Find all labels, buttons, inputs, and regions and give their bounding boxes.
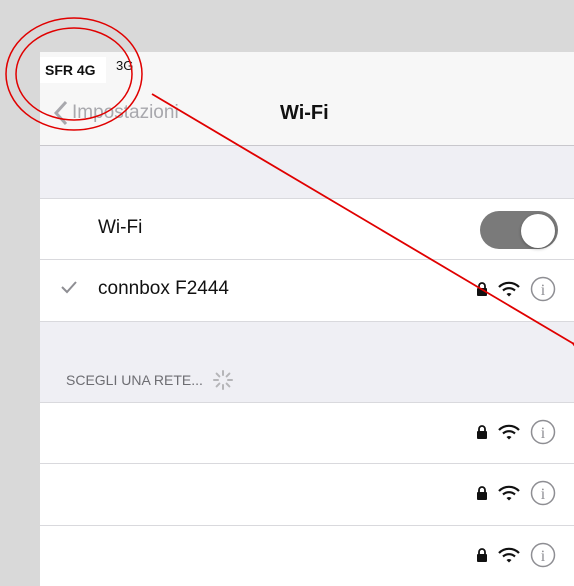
network-accessories: i <box>476 276 556 302</box>
choose-network-header: SCEGLI UNA RETE... <box>66 370 233 390</box>
network-accessories: i <box>476 480 556 506</box>
wifi-signal-icon <box>498 281 520 297</box>
lock-icon <box>477 425 487 439</box>
svg-text:i: i <box>541 425 546 442</box>
network-accessories: i <box>476 419 556 445</box>
lock-icon <box>477 282 487 296</box>
network-type: 3G <box>116 58 134 73</box>
info-icon[interactable]: i <box>530 276 556 302</box>
svg-text:i: i <box>541 486 546 503</box>
back-button[interactable]: Impostazioni <box>54 98 179 128</box>
connected-network-row[interactable]: connbox F2444 i <box>40 260 574 322</box>
network-accessories: i <box>476 542 556 568</box>
svg-text:i: i <box>541 548 546 565</box>
chevron-left-icon <box>54 100 68 126</box>
page-title: Wi-Fi <box>280 102 329 124</box>
wifi-label: Wi-Fi <box>98 217 143 238</box>
switch-knob <box>521 214 555 248</box>
wifi-signal-icon <box>498 485 520 501</box>
info-icon[interactable]: i <box>530 480 556 506</box>
wifi-signal-icon <box>498 424 520 440</box>
network-name: connbox F2444 <box>98 278 229 299</box>
info-icon[interactable]: i <box>530 542 556 568</box>
settings-screen: 3G Impostazioni Wi-Fi Wi-Fi connbox F244… <box>40 52 574 586</box>
navigation-bar: Impostazioni Wi-Fi <box>40 78 574 146</box>
network-row[interactable]: i <box>40 464 574 526</box>
carrier-label: SFR 4G <box>40 57 106 83</box>
wifi-signal-icon <box>498 547 520 563</box>
info-icon[interactable]: i <box>530 419 556 445</box>
lock-icon <box>477 548 487 562</box>
wifi-toggle-row: Wi-Fi <box>40 198 574 260</box>
section-label: SCEGLI UNA RETE... <box>66 372 203 388</box>
lock-icon <box>477 486 487 500</box>
status-bar: 3G <box>40 52 574 78</box>
checkmark-icon <box>61 281 77 294</box>
network-row[interactable]: i <box>40 526 574 586</box>
wifi-switch[interactable] <box>480 211 558 249</box>
loading-spinner-icon <box>212 370 233 390</box>
network-row[interactable]: i <box>40 402 574 464</box>
svg-text:i: i <box>541 282 546 299</box>
back-label: Impostazioni <box>72 102 179 123</box>
